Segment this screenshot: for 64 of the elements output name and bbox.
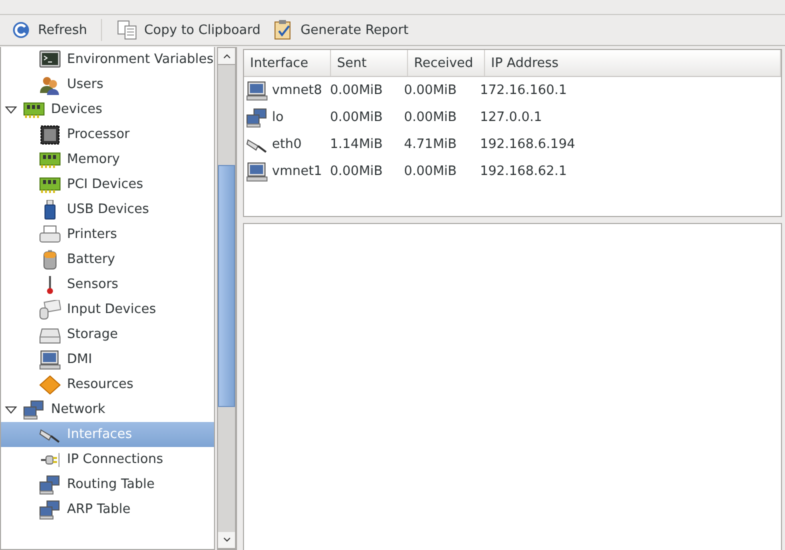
table-cell-text: 127.0.0.1 [479,110,544,125]
tree-item[interactable]: IP Connections [1,447,214,472]
tree-item[interactable]: DMI [1,347,214,372]
tree-item[interactable]: PCI Devices [1,172,214,197]
toolbar-button[interactable]: Refresh [6,17,92,43]
tree-item[interactable]: Network [1,397,214,422]
column-header[interactable]: Sent [331,50,408,76]
printer-icon [39,224,61,244]
tree-item[interactable]: Memory [1,147,214,172]
users-icon [39,74,61,94]
monitor-icon [246,80,268,100]
table-cell-text: 0.00MiB [403,83,458,98]
table-cell: vmnet8 [244,80,326,100]
diamond-icon [39,374,61,394]
monitor-icon [246,162,268,182]
network-icon [23,400,45,420]
copy-icon [116,20,138,40]
toolbar-button[interactable]: Copy to Clipboard [112,17,264,43]
table-cell: eth0 [244,134,326,154]
terminal-icon [39,50,61,70]
tree-item[interactable]: Routing Table [1,472,214,497]
refresh-icon [10,20,32,40]
tree-item[interactable]: Users [1,72,214,97]
tree-item[interactable]: Input Devices [1,297,214,322]
network-icon [246,108,268,128]
expanded-triangle-icon[interactable] [5,404,17,416]
scrollbar-thumb[interactable] [218,165,235,407]
table-cell-text: 0.00MiB [403,110,458,125]
tree-item[interactable]: Processor [1,122,214,147]
input-devices-icon [39,300,61,320]
monitor-icon [39,350,61,370]
table-cell-text: 0.00MiB [403,164,458,179]
tree-item[interactable]: Devices [1,97,214,122]
tree-item[interactable]: Printers [1,222,214,247]
column-header[interactable]: Received [408,50,485,76]
circuit-board-icon [23,100,45,120]
tree-item[interactable]: ARP Table [1,497,214,522]
processor-chip-icon [39,124,61,144]
tree-item[interactable]: Environment Variables [1,47,214,72]
table-cell-text: 172.16.160.1 [479,83,568,98]
table-cell-text: 0.00MiB [329,164,384,179]
tree-item[interactable]: Resources [1,372,214,397]
table-cell-text: 192.168.62.1 [479,164,568,179]
column-header[interactable]: IP Address [485,50,781,76]
tree-item[interactable]: Storage [1,322,214,347]
table-cell-text: 4.71MiB [403,137,458,152]
toolbar-button[interactable]: Generate Report [268,17,412,43]
network-icon [39,500,61,520]
tree-item[interactable]: Battery [1,247,214,272]
circuit-board-icon [39,150,61,170]
scrollbar[interactable] [217,47,236,550]
table-cell-text: 0.00MiB [329,83,384,98]
column-header[interactable]: Interface [244,50,331,76]
table-cell: lo [244,108,326,128]
network-icon [39,474,61,494]
table-cell: vmnet1 [244,162,326,182]
tree-item[interactable]: USB Devices [1,197,214,222]
table-cell-text: 0.00MiB [329,110,384,125]
circuit-board-icon [39,174,61,194]
tree-item[interactable]: Sensors [1,272,214,297]
expanded-triangle-icon[interactable] [5,104,17,116]
table-cell-text: 1.14MiB [329,137,384,152]
table-cell-text: 192.168.6.194 [479,137,576,152]
thermometer-icon [47,274,53,294]
